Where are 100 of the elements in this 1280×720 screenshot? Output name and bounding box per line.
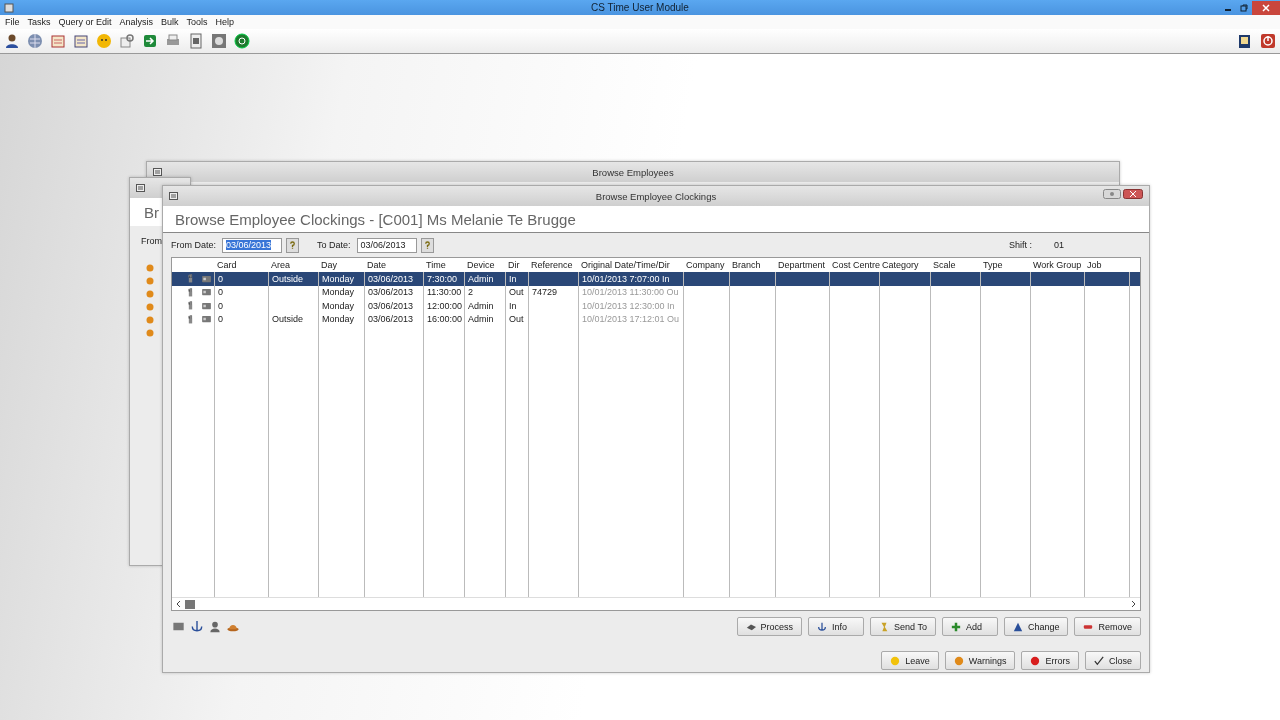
leave-button[interactable]: Leave xyxy=(881,651,939,670)
column-header[interactable]: Time xyxy=(423,258,464,272)
calendar-icon[interactable] xyxy=(50,33,66,49)
column-header[interactable]: Scale xyxy=(930,258,980,272)
menu-item[interactable]: Tools xyxy=(186,17,208,27)
column-header[interactable]: Device xyxy=(464,258,505,272)
window-menu-icon[interactable] xyxy=(136,184,145,192)
table-cell: 03/06/2013 xyxy=(368,287,414,298)
table-cell: 10/01/2013 7:07:00 In xyxy=(582,273,670,284)
date-field[interactable]: 03/06/2013 xyxy=(356,237,417,253)
column-header[interactable]: Reference xyxy=(528,258,578,272)
person-icon[interactable] xyxy=(207,619,223,634)
go-icon[interactable] xyxy=(234,33,250,49)
menu-item[interactable]: Tasks xyxy=(27,17,51,27)
table-cell: 0 xyxy=(218,314,223,325)
window-heading: Browse Employee Clockings - [C001] Ms Melanie Te Brugge xyxy=(175,210,576,228)
scroll-right-icon[interactable] xyxy=(1131,600,1137,608)
table-row[interactable]: 0 Monday 03/06/2013 12:00:00 Admin In 10/01/2013 12:30:00 In xyxy=(172,299,1140,313)
column-header[interactable]: Department xyxy=(775,258,829,272)
column-header[interactable]: Day xyxy=(318,258,364,272)
change-button[interactable]: Change xyxy=(1003,617,1069,636)
column-header[interactable]: Date xyxy=(364,258,423,272)
person-icon[interactable] xyxy=(4,33,20,49)
calendar-icon[interactable] xyxy=(73,33,89,49)
plus-icon xyxy=(950,621,961,632)
date-field[interactable]: 03/06/2013 xyxy=(222,237,282,253)
column-header[interactable]: Work Group xyxy=(1030,258,1084,272)
close-button[interactable] xyxy=(1252,0,1280,15)
triangle-icon xyxy=(1012,621,1023,632)
column-header[interactable]: Job xyxy=(1084,258,1129,272)
hand-icon[interactable] xyxy=(186,313,195,325)
menu-item[interactable]: File xyxy=(5,17,20,27)
column-header[interactable]: Area xyxy=(268,258,318,272)
info-button[interactable]: Info xyxy=(808,617,865,636)
power-icon[interactable] xyxy=(1260,33,1276,49)
field-label: To Date: xyxy=(317,240,351,250)
window-title: CS Time User Module xyxy=(591,2,689,13)
column-header[interactable]: Category xyxy=(879,258,930,272)
table-cell: 03/06/2013 xyxy=(368,273,414,284)
document-icon[interactable] xyxy=(188,33,204,49)
card-icon[interactable] xyxy=(201,314,212,325)
anchor-icon xyxy=(817,621,828,632)
column-header[interactable]: Company xyxy=(683,258,729,272)
globe-icon[interactable] xyxy=(27,33,43,49)
menu-item[interactable]: Help xyxy=(215,17,235,27)
card-icon[interactable] xyxy=(201,287,212,298)
status-dot-icon xyxy=(146,329,154,337)
card-icon[interactable] xyxy=(201,273,212,284)
table-cell: 10/01/2013 12:30:00 In xyxy=(582,300,675,311)
hand-icon[interactable] xyxy=(186,300,195,312)
send-to-button[interactable]: Send To xyxy=(870,617,936,636)
restore-icon xyxy=(1240,3,1248,12)
column-header[interactable]: Dir xyxy=(505,258,528,272)
errors-button[interactable]: Errors xyxy=(1021,651,1079,670)
table-row[interactable]: 0 Monday 03/06/2013 11:30:00 2 Out 74729 10/01/2013 11:30:00 Ou xyxy=(172,285,1140,299)
menu-item[interactable]: Bulk xyxy=(161,17,179,27)
table-row[interactable]: 0 Outside Monday 03/06/2013 16:00:00 Admin Out 10/01/2013 17:12:01 Ou xyxy=(172,312,1140,326)
anchor-icon[interactable] xyxy=(189,619,205,634)
column-header[interactable]: Branch xyxy=(729,258,775,272)
column-header[interactable]: Original Date/Time/Dir xyxy=(578,258,683,272)
hand-icon[interactable] xyxy=(186,273,195,285)
document-icon[interactable] xyxy=(1237,33,1253,49)
field-label: From xyxy=(141,236,162,246)
add-button[interactable]: Add xyxy=(941,617,998,636)
smiley-icon[interactable] xyxy=(96,33,112,49)
status-dot-icon xyxy=(146,290,154,298)
hand-icon[interactable] xyxy=(186,286,195,298)
table-row[interactable]: 0 Outside Monday 03/06/2013 7:30:00 Admin In 10/01/2013 7:07:00 In xyxy=(172,272,1140,286)
table-cell: Out xyxy=(509,287,524,298)
column-header[interactable]: Card xyxy=(214,258,268,272)
menu-item[interactable]: Query or Edit xyxy=(58,17,112,27)
close-button[interactable]: Close xyxy=(1085,651,1141,670)
help-button[interactable] xyxy=(420,237,434,253)
scrollbar-thumb[interactable] xyxy=(185,599,195,609)
warnings-button[interactable]: Warnings xyxy=(944,651,1016,670)
table-cell: 10/01/2013 17:12:01 Ou xyxy=(582,314,680,325)
table-cell: 11:30:00 xyxy=(427,287,462,298)
question-icon xyxy=(289,240,296,250)
column-header[interactable]: Type xyxy=(980,258,1030,272)
table-cell: Monday xyxy=(322,287,355,298)
window-menu-icon[interactable] xyxy=(153,168,162,176)
column-header[interactable]: Cost Centre xyxy=(829,258,879,272)
window-heading: Br xyxy=(144,203,159,221)
help-button[interactable] xyxy=(286,237,299,253)
close-button[interactable] xyxy=(1123,189,1143,199)
table-cell: 74729 xyxy=(532,287,558,298)
check-icon xyxy=(1094,655,1104,666)
menu-item[interactable]: Analysis xyxy=(119,17,154,27)
process-button[interactable]: Process xyxy=(736,617,803,636)
window-menu-icon[interactable] xyxy=(169,192,178,200)
question-icon xyxy=(423,240,431,250)
status-dot-icon xyxy=(146,264,154,272)
dot-icon xyxy=(890,655,901,666)
window-title: Browse Employee Clockings xyxy=(595,190,717,202)
dot-icon xyxy=(953,655,964,666)
scroll-left-icon[interactable] xyxy=(175,600,181,608)
table-cell: 16:00:00 xyxy=(427,314,463,325)
card-icon[interactable] xyxy=(201,300,212,311)
remove-button[interactable]: Remove xyxy=(1074,617,1141,636)
table-cell: Outside xyxy=(272,273,304,284)
